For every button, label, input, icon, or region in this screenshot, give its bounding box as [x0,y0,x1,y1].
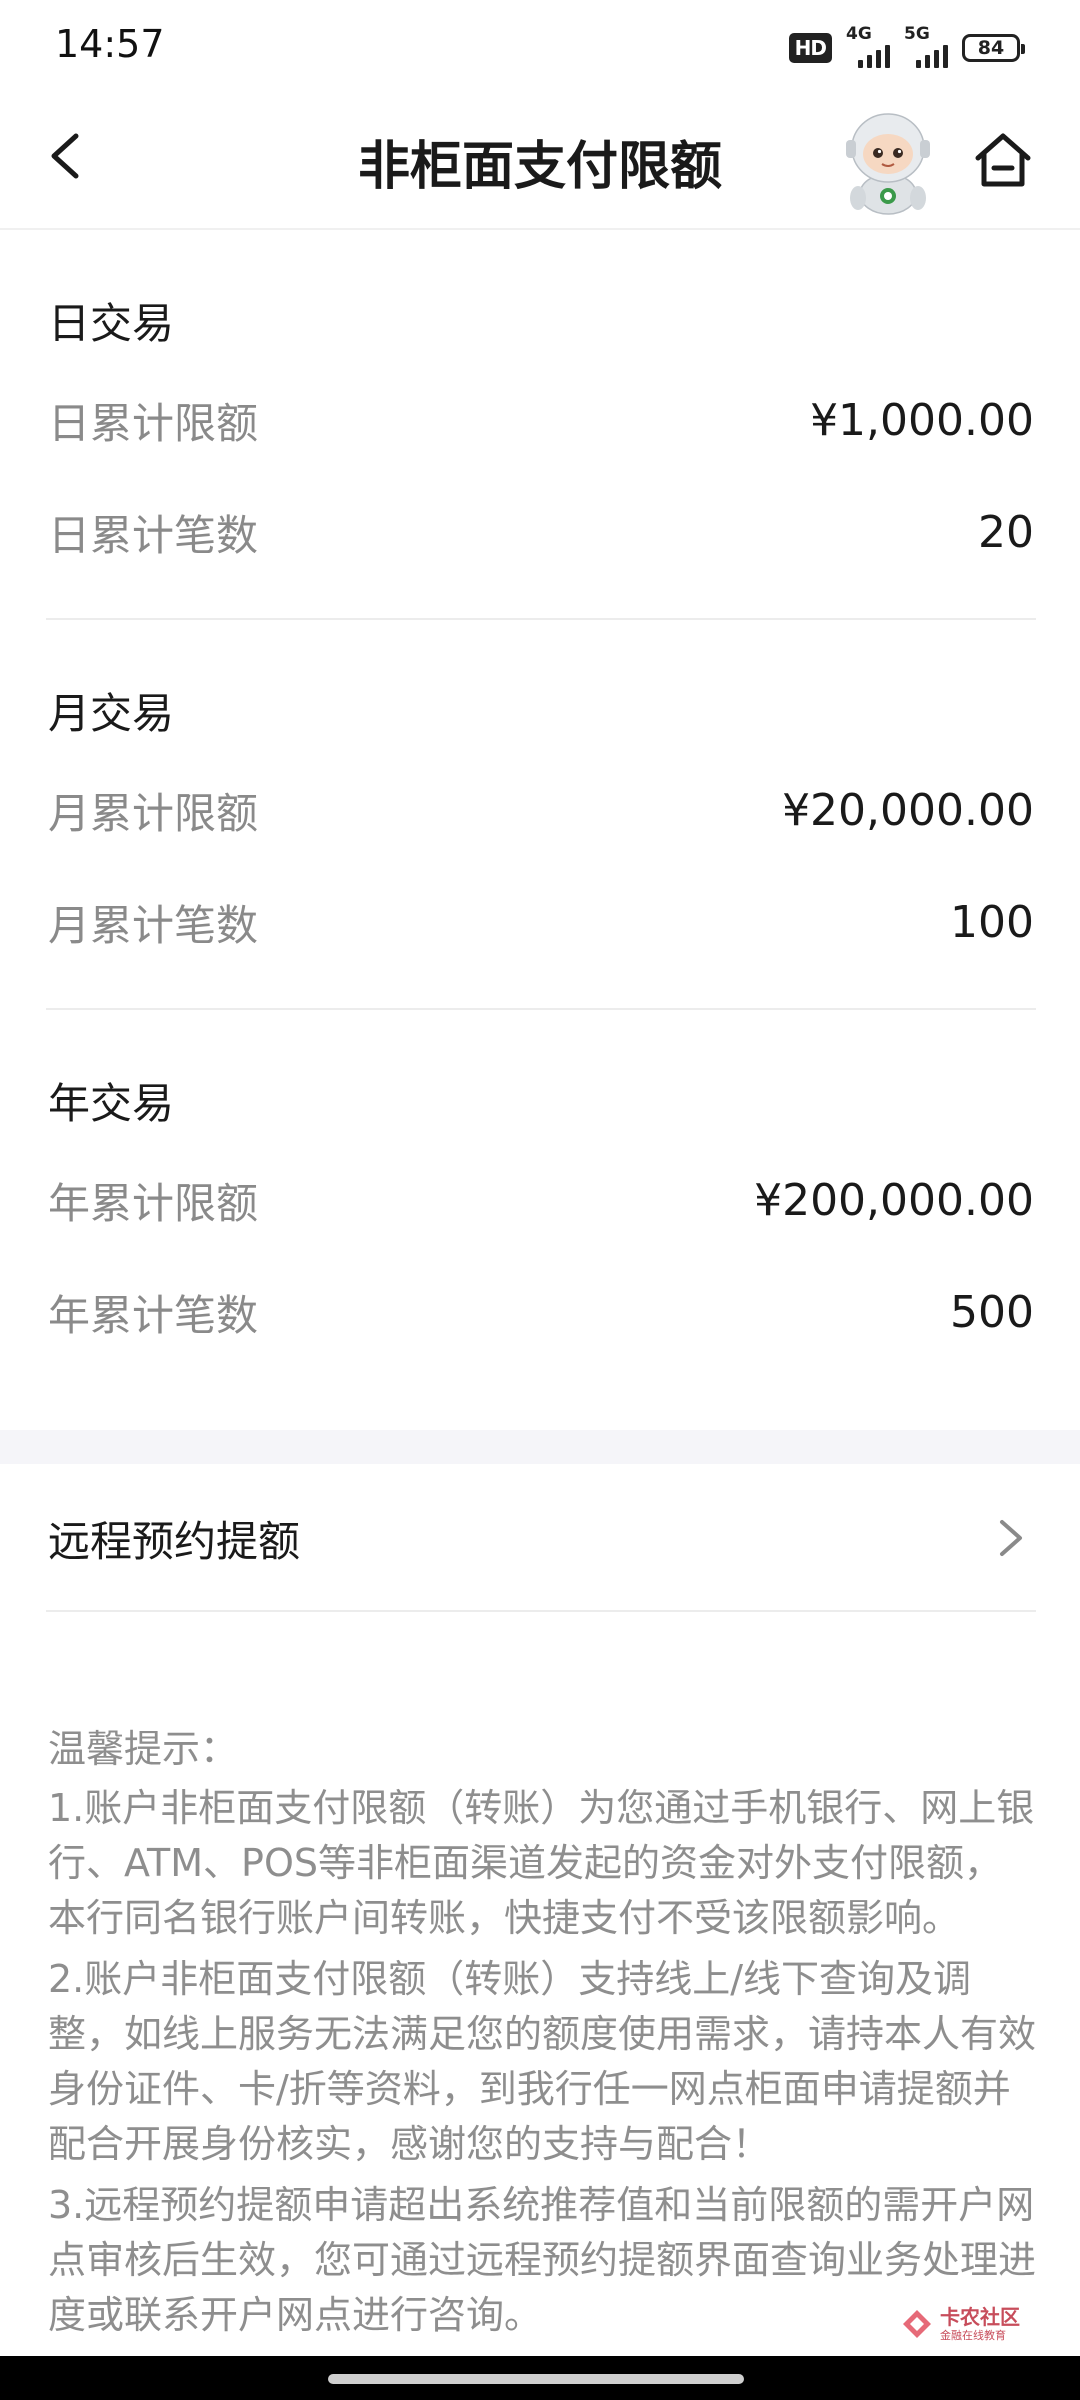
title-bar: 非柜面支付限额 [0,96,1080,230]
network-label-5g: 5G [904,24,930,44]
section-title: 年交易 [48,1079,175,1128]
row-label: 年累计笔数 [48,1290,259,1340]
row-value: 100 [950,896,1034,948]
row-label: 月累计笔数 [48,900,259,950]
status-bar: 14:57 HD 4G 5G 84 [0,0,1080,96]
yearly-limit-section: 年交易 年累计限额 ¥200,000.00 年累计笔数 500 [0,1010,1080,1400]
tip-item: 2.账户非柜面支付限额（转账）支持线上/线下查询及调整，如线上服务无法满足您的额… [48,1957,1037,2166]
battery-icon: 84 [962,34,1025,62]
tip-item: 1.账户非柜面支付限额（转账）为您通过手机银行、网上银行、ATM、POS等非柜面… [48,1786,1035,1940]
navigation-bar [0,2356,1080,2400]
watermark: 卡农社区 金融在线教育 [900,2300,1020,2348]
limit-row: 年累计限额 ¥200,000.00 [48,1170,1034,1230]
limit-row: 月累计限额 ¥20,000.00 [48,780,1034,840]
row-value: ¥200,000.00 [754,1174,1034,1226]
robot-mascot-icon[interactable] [838,106,938,216]
status-time: 14:57 [55,22,165,66]
tips-title: 温馨提示： [48,1727,239,1771]
remote-raise-limit-row[interactable]: 远程预约提额 [0,1464,1080,1612]
section-title: 日交易 [48,299,175,348]
row-label: 年累计限额 [48,1178,259,1228]
remote-raise-label: 远程预约提额 [48,1517,301,1566]
network-label-4g: 4G [846,24,872,44]
row-value: ¥20,000.00 [782,784,1034,836]
section-title: 月交易 [48,689,175,738]
limit-row: 月累计笔数 100 [48,892,1034,952]
chevron-right-icon [1000,1520,1022,1556]
limit-row: 日累计笔数 20 [48,502,1034,562]
battery-level: 84 [977,37,1005,59]
row-value: 20 [978,506,1034,558]
row-value: 500 [950,1286,1034,1338]
limit-row: 日累计限额 ¥1,000.00 [48,390,1034,450]
signal-5g-icon: 5G [904,24,948,68]
home-indicator[interactable] [328,2374,744,2384]
tips-section: 温馨提示： 1.账户非柜面支付限额（转账）为您通过手机银行、网上银行、ATM、P… [48,1722,1038,2349]
daily-limit-section: 日交易 日累计限额 ¥1,000.00 日累计笔数 20 [0,230,1080,620]
section-separator [0,1430,1080,1464]
status-icons: HD 4G 5G 84 [788,24,1025,68]
home-icon [975,133,1031,187]
watermark-text: 卡农社区 [940,2305,1020,2329]
row-label: 月累计限额 [48,788,259,838]
hd-icon: HD [788,33,832,63]
signal-4g-icon: 4G [846,24,890,68]
row-value: ¥1,000.00 [810,394,1034,446]
home-button[interactable] [968,124,1038,194]
tip-item: 3.远程预约提额申请超出系统推荐值和当前限额的需开户网点审核后生效，您可通过远程… [48,2183,1037,2337]
limit-row: 年累计笔数 500 [48,1282,1034,1342]
watermark-subtext: 金融在线教育 [940,2329,1006,2342]
divider [46,1610,1036,1612]
monthly-limit-section: 月交易 月累计限额 ¥20,000.00 月累计笔数 100 [0,620,1080,1010]
row-label: 日累计笔数 [48,510,259,560]
row-label: 日累计限额 [48,398,259,448]
watermark-logo-icon [903,2310,931,2338]
